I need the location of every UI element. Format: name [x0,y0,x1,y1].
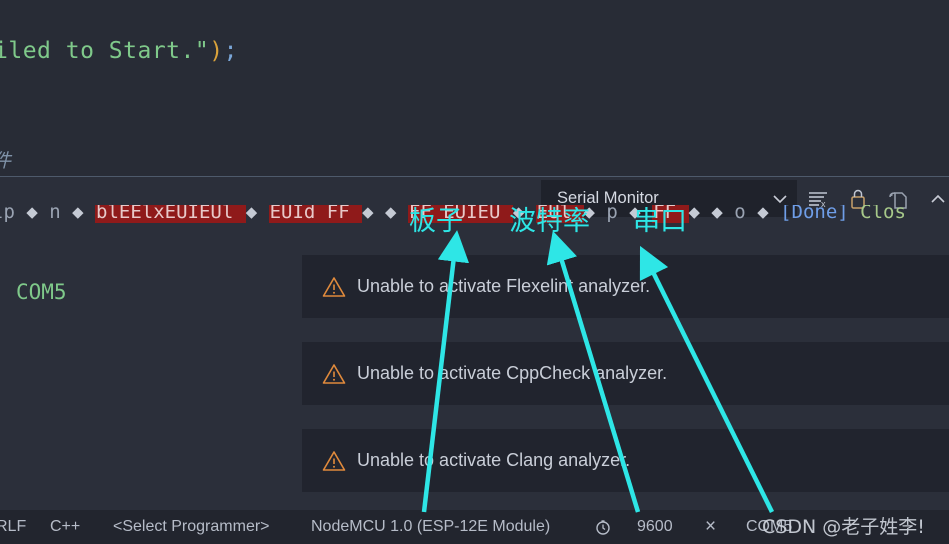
code-line: iled to Start."); [0,38,238,64]
notification-message: Unable to activate CppCheck analyzer. [357,363,668,383]
status-language[interactable]: C++ [50,518,80,536]
serial-output-segment: ◆ [26,205,50,223]
code-semicolon: ; [223,38,238,64]
serial-output-segment: p [606,205,630,223]
serial-output-segment: ◆ [688,205,712,223]
serial-output-segment: FF [652,205,689,223]
serial-output-segment: n [49,205,73,223]
serial-output-segment: ◆ [583,205,607,223]
serial-output-segment: ◆ [629,205,653,223]
code-editor[interactable]: iled to Start."); 件 [0,0,949,176]
serial-output-segment: ◆ [757,205,781,223]
serial-output-row: lp ◆ n ◆ blEElxEUIEUl ◆ EUId FF ◆ ◆ FF E… [0,205,949,233]
clock-icon[interactable] [594,518,612,536]
app-window: iled to Start."); 件 Serial Monitor x [0,0,949,544]
serial-output-segment: lp [0,205,15,223]
warning-triangle-icon [322,276,346,297]
notification-message: Unable to activate Clang analyzer. [357,450,631,470]
status-baud-rate[interactable]: 9600 [637,518,673,536]
serial-output-segment: ◆ [512,205,536,223]
status-line-ending[interactable]: RLF [0,518,26,536]
notification-message: Unable to activate Flexelint analyzer. [357,276,651,296]
notification-toast[interactable]: Unable to activate Clang analyzer. [302,429,949,492]
serial-output-segment: EUId FF [268,205,363,223]
serial-port-label: COM5 [16,280,67,304]
serial-output-segment: EUl [535,205,584,223]
code-paren: ) [209,38,224,64]
csdn-watermark: CSDN @老子姓李! [762,516,925,538]
close-icon[interactable]: × [705,516,716,538]
code-quote: " [194,38,210,64]
serial-output-segment: blEElxEUIEUl [95,205,246,223]
serial-output-segment: ◆ [711,205,735,223]
serial-output-segment: ◆ [362,205,386,223]
status-board[interactable]: NodeMCU 1.0 (ESP-12E Module) [311,518,550,536]
warning-triangle-icon [322,450,346,471]
notification-toast[interactable]: Unable to activate CppCheck analyzer. [302,342,949,405]
serial-output-segment: FF EUIEU [407,205,513,223]
serial-output-segment: ◆ [245,205,269,223]
status-programmer[interactable]: <Select Programmer> [113,518,270,536]
serial-output-segment: Clos [860,205,906,223]
notification-toast[interactable]: Unable to activate Flexelint analyzer. [302,255,949,318]
serial-output-segment: ◆ [72,205,95,223]
serial-output-text: lp ◆ n ◆ blEElxEUIEUl ◆ EUId FF ◆ ◆ FF E… [0,205,906,223]
serial-output-segment: [Done] [780,205,861,223]
serial-output-segment: ◆ [385,205,408,223]
code-string: iled to Start. [0,38,195,64]
serial-output-segment: o [734,205,758,223]
warning-triangle-icon [322,363,346,384]
code-comment: 件 [0,146,11,173]
